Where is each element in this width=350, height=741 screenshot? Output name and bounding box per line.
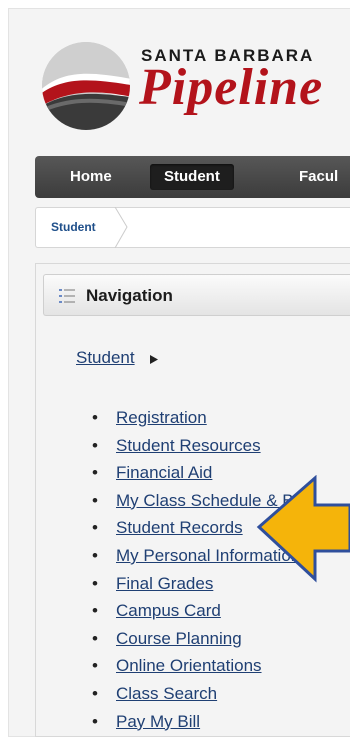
menu-link-student-resources[interactable]: Student Resources	[116, 436, 261, 455]
wave-logo-icon	[42, 42, 130, 130]
site-logo[interactable]: SANTA BARBARA Pipeline	[40, 34, 350, 134]
breadcrumb-separator-icon	[114, 207, 128, 248]
nav-tab-faculty[interactable]: Facul	[299, 164, 338, 190]
nav-tab-student[interactable]: Student	[150, 164, 234, 190]
menu-link-pay-my-bill[interactable]: Pay My Bill	[116, 712, 200, 731]
list-item: • Pay My Bill	[92, 711, 201, 731]
main-nav: Home Student Facul	[35, 156, 350, 198]
menu-link-course-planning[interactable]: Course Planning	[116, 629, 242, 648]
menu-link-online-orientations[interactable]: Online Orientations	[116, 656, 262, 675]
menu-link-student-records[interactable]: Student Records	[116, 518, 243, 537]
menu-link-registration[interactable]: Registration	[116, 408, 207, 427]
student-section-link[interactable]: Student	[76, 348, 135, 368]
menu-link-final-grades[interactable]: Final Grades	[116, 574, 213, 593]
list-icon	[59, 289, 75, 303]
triangle-right-icon[interactable]	[150, 355, 158, 364]
menu-link-campus-card[interactable]: Campus Card	[116, 601, 221, 620]
breadcrumb: Student	[35, 207, 350, 248]
arrow-left-icon	[256, 475, 350, 583]
menu-link-class-search[interactable]: Class Search	[116, 684, 217, 703]
list-item: • Online Orientations	[92, 656, 262, 676]
nav-tab-home[interactable]: Home	[70, 164, 112, 190]
brand-title: Pipeline	[139, 59, 324, 116]
breadcrumb-student[interactable]: Student	[51, 220, 96, 234]
list-item: • Registration	[92, 408, 207, 427]
list-item: • Student Resources	[92, 435, 261, 455]
list-item: • Campus Card	[92, 601, 221, 621]
panel-title: Navigation	[86, 286, 173, 305]
panel-header: Navigation	[43, 274, 350, 316]
list-item: • Course Planning	[92, 628, 242, 648]
list-item: • Class Search	[92, 683, 218, 703]
menu-link-financial-aid[interactable]: Financial Aid	[116, 463, 212, 482]
